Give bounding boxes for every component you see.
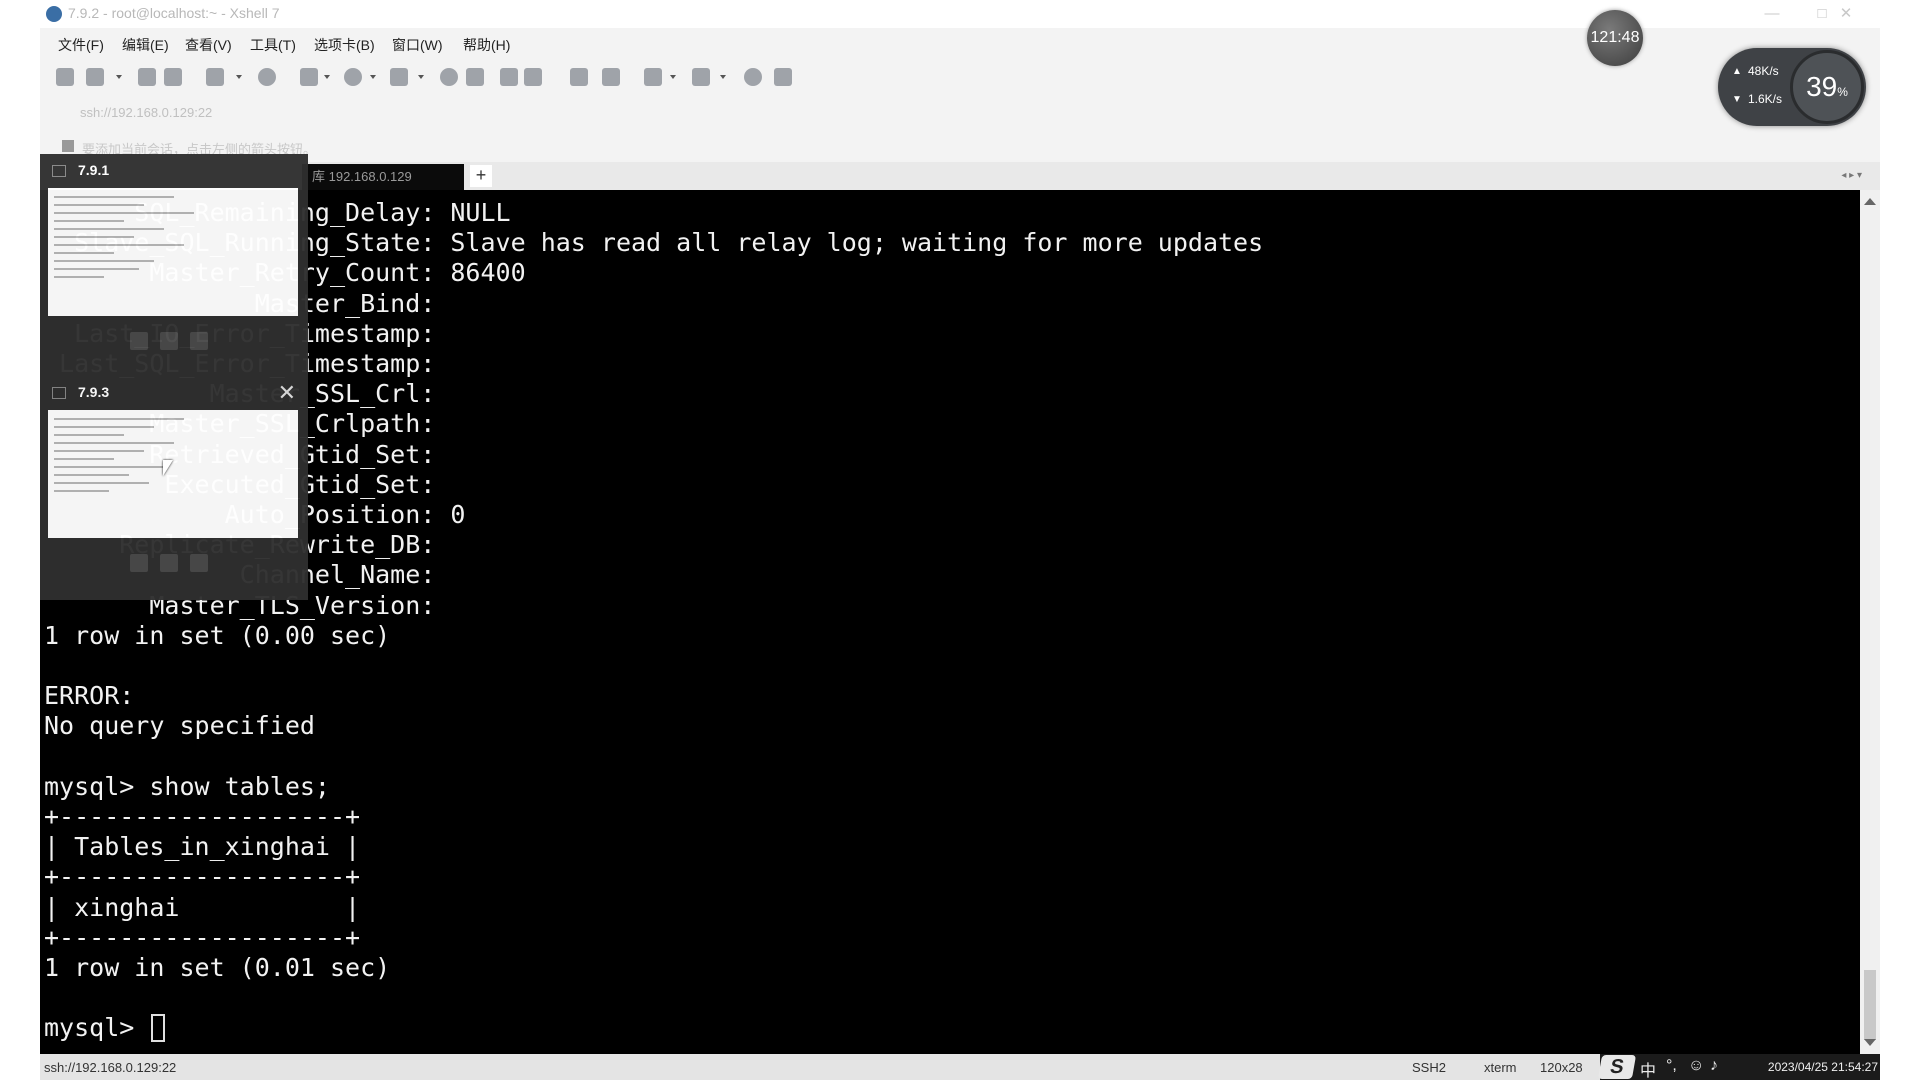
compose-icon[interactable] (602, 68, 620, 86)
tray-clock: 2023/04/25 21:54:27 (1767, 1060, 1878, 1074)
ime-logo-icon[interactable]: S (1597, 1055, 1637, 1079)
status-connection: ssh://192.168.0.129:22 (44, 1060, 177, 1075)
properties-dropdown-icon[interactable] (236, 75, 242, 79)
lock-icon[interactable] (524, 68, 542, 86)
font-icon[interactable] (390, 68, 408, 86)
new-tab-button[interactable]: + (470, 165, 492, 187)
session-manager-dropdown-icon[interactable] (670, 75, 676, 79)
open-session-icon[interactable] (86, 68, 104, 86)
status-protocol: SSH2 (1412, 1060, 1446, 1075)
scroll-down-icon[interactable] (1864, 1039, 1876, 1046)
preview-title: 7.9.1 (78, 162, 110, 178)
terminal-scrollbar[interactable] (1860, 190, 1880, 1054)
preview-title: 7.9.3 (78, 384, 110, 400)
preview-thumbnail[interactable] (48, 188, 298, 316)
globe-icon[interactable] (344, 68, 362, 86)
preview-window-1[interactable]: 7.9.1 (40, 154, 308, 376)
minimize-button[interactable]: — (1762, 4, 1782, 24)
reload-icon[interactable] (190, 554, 208, 572)
connect-icon[interactable] (138, 68, 156, 86)
terminal-icon (52, 387, 66, 399)
preview-window-3[interactable]: 7.9.3 ✕ (40, 376, 308, 598)
terminal-area[interactable]: SQL_Remaining_Delay: NULL Slave_SQL_Runn… (40, 190, 1860, 1054)
status-terminal-size: 120x28 (1540, 1060, 1583, 1075)
scroll-up-icon[interactable] (1864, 198, 1876, 205)
pause-icon[interactable] (160, 332, 178, 350)
print-dropdown-icon[interactable] (324, 75, 330, 79)
bookmark-icon (62, 140, 74, 152)
maximize-button[interactable]: □ (1812, 4, 1832, 24)
download-rate: 1.6K/s (1748, 92, 1783, 106)
stop-icon[interactable] (130, 554, 148, 572)
menu-tools[interactable]: 工具(T) (250, 35, 296, 55)
menu-window[interactable]: 窗口(W) (392, 35, 443, 55)
help-icon[interactable] (744, 68, 762, 86)
session-manager-icon[interactable] (644, 68, 662, 86)
mouse-cursor-icon (163, 460, 173, 476)
emoji-icon[interactable]: ☺ (1688, 1057, 1704, 1075)
window-preview-panel: 7.9.1 7.9.3 ✕ (40, 154, 308, 600)
preview-close-icon[interactable]: ✕ (278, 380, 296, 406)
xshell-window: 7.9.2 - root@localhost:~ - Xshell 7 — □ … (40, 0, 1880, 1080)
reload-icon[interactable] (190, 332, 208, 350)
upload-arrow-icon: ▲ (1732, 66, 1742, 77)
download-arrow-icon: ▼ (1732, 94, 1742, 105)
toolbar (40, 62, 940, 92)
layout-dropdown-icon[interactable] (720, 75, 726, 79)
preview-controls (130, 332, 220, 355)
address-input[interactable]: ssh://192.168.0.129:22 (80, 105, 212, 120)
print-icon[interactable] (300, 68, 318, 86)
system-tray: S 中 °, ☺ ♪ 2023/04/25 21:54:27 (1597, 1054, 1880, 1080)
stop-icon[interactable] (130, 332, 148, 350)
disconnect-icon[interactable] (164, 68, 182, 86)
new-session-icon[interactable] (56, 68, 74, 86)
preview-controls (130, 554, 220, 577)
recording-timer: 121:48 (1587, 10, 1643, 66)
chat-icon[interactable] (774, 68, 792, 86)
xftp-icon[interactable] (440, 68, 458, 86)
menu-file[interactable]: 文件(F) (58, 35, 104, 55)
app-icon (46, 6, 62, 22)
close-button[interactable]: ✕ (1836, 4, 1856, 24)
hint-bar: 要添加当前会话，点击左侧的箭头按钮。 (40, 134, 1880, 158)
terminal-prompt: mysql> (44, 1013, 150, 1043)
terminal-icon (52, 165, 66, 177)
menu-edit[interactable]: 编辑(E) (122, 35, 169, 55)
open-dropdown-icon[interactable] (116, 75, 122, 79)
window-title: 7.9.2 - root@localhost:~ - Xshell 7 (68, 5, 280, 21)
tab-scroll-icon[interactable]: ◂ ▸ ▾ (1841, 170, 1862, 181)
menu-help[interactable]: 帮助(H) (463, 35, 510, 55)
terminal-cursor (151, 1014, 166, 1043)
tab-session[interactable]: 库 192.168.0.129 (302, 164, 464, 190)
status-terminal-type: xterm (1484, 1060, 1517, 1075)
upload-rate: 48K/s (1748, 64, 1779, 78)
menu-tabs[interactable]: 选项卡(B) (314, 35, 375, 55)
usage-gauge: 39% (1790, 50, 1864, 124)
font-dropdown-icon[interactable] (418, 75, 424, 79)
find-icon[interactable] (258, 68, 276, 86)
microphone-icon[interactable]: ♪ (1710, 1057, 1718, 1075)
menu-view[interactable]: 查看(V) (185, 35, 232, 55)
network-speed-widget[interactable]: ▲ 48K/s ▼ 1.6K/s 39% (1718, 48, 1866, 126)
preview-thumbnail[interactable] (48, 410, 298, 538)
gauge-value: 39 (1806, 71, 1838, 102)
gauge-unit: % (1837, 85, 1848, 99)
ime-language[interactable]: 中 (1640, 1057, 1656, 1080)
properties-icon[interactable] (206, 68, 224, 86)
address-bar[interactable]: ssh://192.168.0.129:22 (40, 100, 1880, 124)
pause-icon[interactable] (160, 554, 178, 572)
keyboard-icon[interactable] (570, 68, 588, 86)
tab-strip: 库 192.168.0.129 + ◂ ▸ ▾ (40, 162, 1880, 190)
encoding-dropdown-icon[interactable] (370, 75, 376, 79)
record-icon[interactable] (466, 68, 484, 86)
punctuation-icon[interactable]: °, (1666, 1057, 1677, 1075)
layout-icon[interactable] (692, 68, 710, 86)
status-bar: ssh://192.168.0.129:22 SSH2 xterm 120x28… (40, 1054, 1880, 1080)
scroll-thumb[interactable] (1864, 970, 1876, 1040)
fullscreen-icon[interactable] (500, 68, 518, 86)
